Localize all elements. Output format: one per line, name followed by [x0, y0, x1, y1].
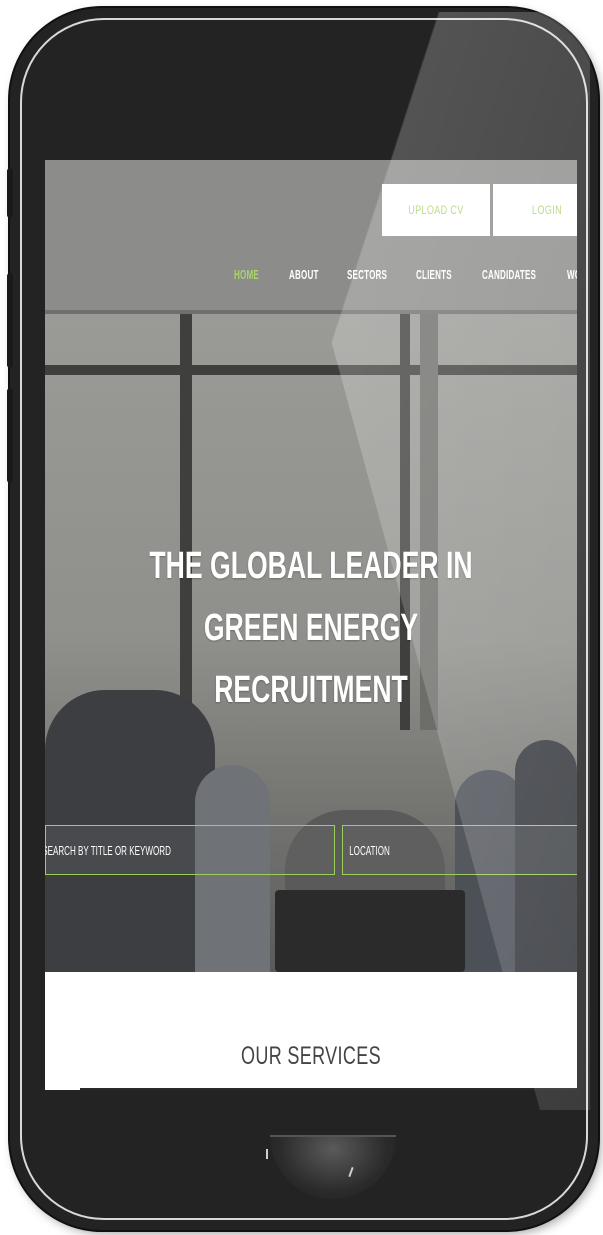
home-button-highlight: [266, 1149, 268, 1159]
hero-banner: THE GLOBAL LEADER IN GREEN ENERGY RECRUI…: [45, 310, 577, 1010]
hero-title: THE GLOBAL LEADER IN GREEN ENERGY RECRUI…: [125, 535, 497, 721]
location-input[interactable]: [343, 826, 491, 874]
volume-up-button: [7, 273, 13, 368]
upload-cv-button[interactable]: UPLOAD CV: [382, 184, 490, 236]
office-chair: [275, 890, 465, 972]
nav-item-work[interactable]: WO: [567, 260, 577, 290]
services-section: OUR SERVICES: [45, 972, 577, 1090]
hero-title-line-1: THE GLOBAL LEADER IN: [149, 545, 473, 587]
nav-item-home[interactable]: HOME: [234, 260, 268, 290]
phone-screen: UPLOAD CV LOGIN HOME ABOUT SECTORS CLIEN…: [45, 160, 577, 1090]
nav-item-sectors[interactable]: SECTORS: [347, 260, 390, 290]
mute-switch: [7, 168, 13, 218]
login-button[interactable]: LOGIN: [493, 184, 577, 236]
hero-title-line-2: GREEN ENERGY RECRUITMENT: [203, 607, 419, 711]
window-frame: [45, 365, 577, 375]
nav-item-candidates[interactable]: CANDIDATES: [482, 260, 536, 290]
services-title: OUR SERVICES: [240, 1042, 382, 1070]
volume-down-button: [7, 388, 13, 483]
window-frame: [45, 310, 577, 314]
section-divider: [80, 1088, 577, 1090]
search-input[interactable]: [45, 826, 215, 874]
nav-item-about[interactable]: ABOUT: [289, 260, 325, 290]
home-button-highlight: [348, 1166, 354, 1178]
location-field[interactable]: [342, 825, 577, 875]
nav-item-clients[interactable]: CLIENTS: [416, 260, 457, 290]
search-field[interactable]: [45, 825, 335, 875]
main-nav: HOME ABOUT SECTORS CLIENTS CANDIDATES WO: [234, 260, 577, 290]
site-header: UPLOAD CV LOGIN HOME ABOUT SECTORS CLIEN…: [45, 160, 577, 310]
